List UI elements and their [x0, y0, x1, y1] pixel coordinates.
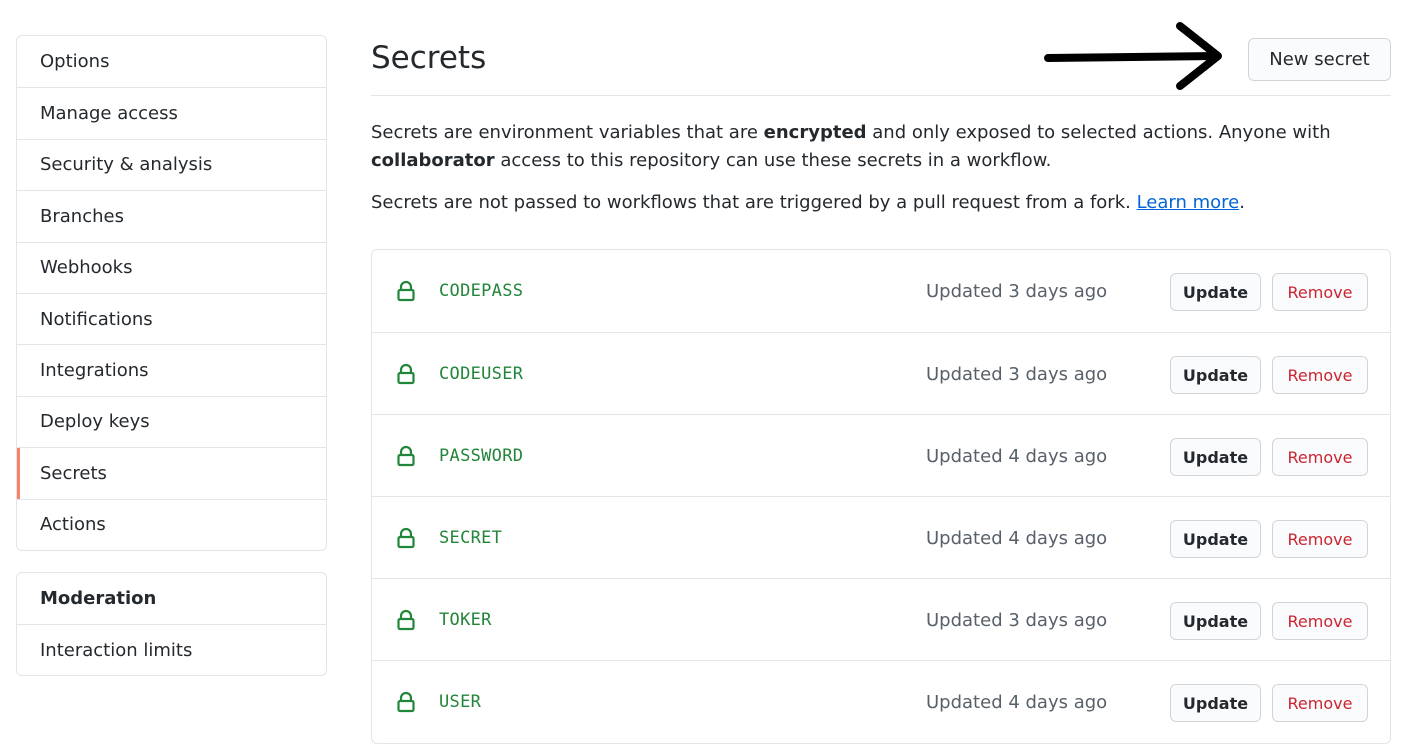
sidebar-item-notifications[interactable]: Notifications [17, 292, 326, 344]
secret-row: CODEUSER Updated 3 days ago Update Remov… [372, 332, 1390, 414]
remove-button[interactable]: Remove [1272, 438, 1368, 476]
secret-updated: Updated 4 days ago [926, 445, 1108, 467]
update-button[interactable]: Update [1170, 438, 1261, 476]
sidebar-item-actions[interactable]: Actions [17, 498, 326, 550]
page-title: Secrets [371, 40, 487, 76]
secret-row: USER Updated 4 days ago Update Remove [372, 660, 1390, 742]
sidebar-item-manage-access[interactable]: Manage access [17, 87, 326, 138]
secret-updated: Updated 3 days ago [926, 363, 1108, 385]
sidebar-item-secrets[interactable]: Secrets [17, 447, 326, 499]
lock-icon [397, 445, 415, 467]
moderation-sidebar: Moderation Interaction limits [16, 572, 327, 676]
secret-updated: Updated 4 days ago [926, 691, 1108, 713]
sidebar-item-integrations[interactable]: Integrations [17, 344, 326, 395]
description-text: Secrets are environment variables that a… [371, 122, 764, 143]
update-button[interactable]: Update [1170, 684, 1261, 722]
sidebar-item-security-analysis[interactable]: Security & analysis [17, 138, 326, 190]
new-secret-button[interactable]: New secret [1248, 38, 1391, 81]
lock-icon [397, 363, 415, 385]
secret-updated: Updated 3 days ago [926, 609, 1108, 631]
lock-icon [397, 609, 415, 631]
settings-sidebar: Options Manage access Security & analysi… [16, 35, 327, 551]
secret-updated: Updated 4 days ago [926, 527, 1108, 549]
secret-updated: Updated 3 days ago [926, 280, 1108, 302]
update-button[interactable]: Update [1170, 602, 1261, 640]
arrow-right-icon [1044, 22, 1222, 90]
remove-button[interactable]: Remove [1272, 520, 1368, 558]
secret-row: SECRET Updated 4 days ago Update Remove [372, 496, 1390, 578]
secrets-description: Secrets are environment variables that a… [371, 119, 1391, 175]
update-button[interactable]: Update [1170, 520, 1261, 558]
remove-button[interactable]: Remove [1272, 684, 1368, 722]
sidebar-item-interaction-limits[interactable]: Interaction limits [17, 624, 326, 675]
secrets-list: CODEPASS Updated 3 days ago Update Remov… [371, 249, 1391, 744]
update-button[interactable]: Update [1170, 356, 1261, 394]
fork-note-text: Secrets are not passed to workflows that… [371, 192, 1137, 213]
lock-icon [397, 280, 415, 302]
secret-name: CODEUSER [439, 364, 524, 384]
title-divider [371, 95, 1391, 96]
secret-row: PASSWORD Updated 4 days ago Update Remov… [372, 414, 1390, 496]
sidebar-item-branches[interactable]: Branches [17, 190, 326, 241]
remove-button[interactable]: Remove [1272, 356, 1368, 394]
lock-icon [397, 691, 415, 713]
secret-name: PASSWORD [439, 446, 524, 466]
remove-button[interactable]: Remove [1272, 273, 1368, 311]
sidebar-item-deploy-keys[interactable]: Deploy keys [17, 395, 326, 447]
fork-note-period: . [1239, 192, 1245, 213]
secret-name: USER [439, 692, 482, 712]
moderation-heading: Moderation [40, 588, 157, 609]
sidebar-item-options[interactable]: Options [17, 36, 326, 87]
description-bold-encrypted: encrypted [763, 122, 867, 143]
description-text: and only exposed to selected actions. An… [866, 122, 1331, 143]
description-bold-collaborator: collaborator [371, 150, 495, 171]
secret-row: CODEPASS Updated 3 days ago Update Remov… [372, 250, 1390, 332]
fork-note: Secrets are not passed to workflows that… [371, 189, 1391, 217]
lock-icon [397, 527, 415, 549]
secret-row: TOKER Updated 3 days ago Update Remove [372, 578, 1390, 660]
secret-name: CODEPASS [439, 281, 524, 301]
update-button[interactable]: Update [1170, 273, 1261, 311]
learn-more-link[interactable]: Learn more [1137, 192, 1240, 213]
description-text: access to this repository can use these … [494, 150, 1052, 171]
sidebar-item-webhooks[interactable]: Webhooks [17, 241, 326, 293]
secret-name: TOKER [439, 610, 492, 630]
secret-name: SECRET [439, 528, 503, 548]
remove-button[interactable]: Remove [1272, 602, 1368, 640]
